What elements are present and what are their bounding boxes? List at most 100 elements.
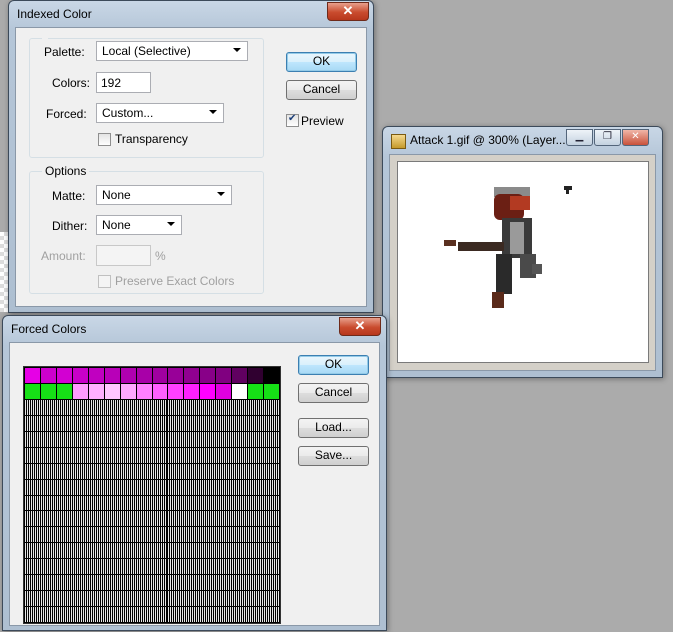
empty-swatch[interactable] — [88, 447, 104, 463]
empty-swatch[interactable] — [25, 463, 40, 479]
empty-swatch[interactable] — [40, 447, 56, 463]
empty-swatch[interactable] — [72, 495, 88, 511]
empty-swatch[interactable] — [264, 607, 279, 622]
forced-color-swatch[interactable] — [56, 383, 72, 399]
empty-swatch[interactable] — [25, 591, 40, 607]
empty-swatch[interactable] — [152, 543, 168, 559]
empty-swatch[interactable] — [25, 479, 40, 495]
empty-swatch[interactable] — [136, 607, 152, 622]
empty-swatch[interactable] — [264, 463, 279, 479]
empty-swatch[interactable] — [88, 575, 104, 591]
empty-swatch[interactable] — [168, 431, 184, 447]
empty-swatch[interactable] — [25, 543, 40, 559]
empty-swatch[interactable] — [200, 431, 216, 447]
empty-swatch[interactable] — [216, 607, 232, 622]
empty-swatch[interactable] — [25, 527, 40, 543]
forced-color-swatch[interactable] — [56, 368, 72, 383]
empty-swatch[interactable] — [216, 575, 232, 591]
cancel-button[interactable]: Cancel — [298, 383, 369, 403]
empty-swatch[interactable] — [88, 527, 104, 543]
empty-swatch[interactable] — [72, 607, 88, 622]
forced-color-swatch[interactable] — [40, 368, 56, 383]
empty-swatch[interactable] — [232, 479, 248, 495]
empty-swatch[interactable] — [200, 575, 216, 591]
empty-swatch[interactable] — [168, 559, 184, 575]
empty-swatch[interactable] — [264, 415, 279, 431]
empty-swatch[interactable] — [104, 527, 120, 543]
empty-swatch[interactable] — [40, 399, 56, 415]
empty-swatch[interactable] — [136, 511, 152, 527]
close-icon[interactable]: ✕ — [327, 2, 369, 21]
empty-swatch[interactable] — [120, 447, 136, 463]
empty-swatch[interactable] — [120, 575, 136, 591]
empty-swatch[interactable] — [168, 399, 184, 415]
empty-swatch[interactable] — [168, 527, 184, 543]
empty-swatch[interactable] — [56, 415, 72, 431]
empty-swatch[interactable] — [40, 543, 56, 559]
empty-swatch[interactable] — [152, 399, 168, 415]
empty-swatch[interactable] — [25, 399, 40, 415]
preview-checkbox[interactable] — [286, 113, 299, 127]
forced-color-swatch[interactable] — [248, 383, 264, 399]
empty-swatch[interactable] — [136, 431, 152, 447]
empty-swatch[interactable] — [120, 543, 136, 559]
empty-swatch[interactable] — [136, 463, 152, 479]
empty-swatch[interactable] — [216, 415, 232, 431]
empty-swatch[interactable] — [184, 575, 200, 591]
empty-swatch[interactable] — [184, 511, 200, 527]
empty-swatch[interactable] — [232, 511, 248, 527]
colors-input[interactable] — [96, 72, 151, 93]
empty-swatch[interactable] — [72, 415, 88, 431]
empty-swatch[interactable] — [152, 575, 168, 591]
empty-swatch[interactable] — [72, 447, 88, 463]
empty-swatch[interactable] — [136, 575, 152, 591]
forced-color-swatch[interactable] — [200, 383, 216, 399]
empty-swatch[interactable] — [232, 543, 248, 559]
dither-select[interactable]: None — [96, 215, 182, 235]
empty-swatch[interactable] — [184, 559, 200, 575]
empty-swatch[interactable] — [136, 543, 152, 559]
close-icon[interactable]: ✕ — [339, 317, 381, 336]
empty-swatch[interactable] — [264, 495, 279, 511]
forced-color-swatch[interactable] — [104, 368, 120, 383]
empty-swatch[interactable] — [184, 495, 200, 511]
empty-swatch[interactable] — [104, 399, 120, 415]
empty-swatch[interactable] — [56, 607, 72, 622]
empty-swatch[interactable] — [184, 415, 200, 431]
empty-swatch[interactable] — [248, 495, 264, 511]
empty-swatch[interactable] — [72, 511, 88, 527]
color-swatch-grid[interactable] — [23, 366, 281, 624]
forced-select[interactable]: Custom... — [96, 103, 224, 123]
empty-swatch[interactable] — [152, 463, 168, 479]
empty-swatch[interactable] — [200, 527, 216, 543]
empty-swatch[interactable] — [168, 495, 184, 511]
empty-swatch[interactable] — [25, 495, 40, 511]
forced-color-swatch[interactable] — [40, 383, 56, 399]
empty-swatch[interactable] — [264, 431, 279, 447]
forced-color-swatch[interactable] — [264, 368, 279, 383]
empty-swatch[interactable] — [168, 591, 184, 607]
empty-swatch[interactable] — [40, 559, 56, 575]
empty-swatch[interactable] — [216, 447, 232, 463]
empty-swatch[interactable] — [88, 415, 104, 431]
image-canvas[interactable] — [397, 161, 649, 363]
forced-color-swatch[interactable] — [72, 368, 88, 383]
empty-swatch[interactable] — [232, 559, 248, 575]
empty-swatch[interactable] — [120, 591, 136, 607]
forced-color-swatch[interactable] — [232, 383, 248, 399]
empty-swatch[interactable] — [120, 463, 136, 479]
empty-swatch[interactable] — [88, 479, 104, 495]
empty-swatch[interactable] — [40, 575, 56, 591]
empty-swatch[interactable] — [56, 511, 72, 527]
forced-color-swatch[interactable] — [136, 383, 152, 399]
empty-swatch[interactable] — [104, 511, 120, 527]
empty-swatch[interactable] — [248, 511, 264, 527]
empty-swatch[interactable] — [40, 495, 56, 511]
empty-swatch[interactable] — [168, 479, 184, 495]
close-icon[interactable]: ✕ — [622, 129, 649, 146]
empty-swatch[interactable] — [25, 575, 40, 591]
empty-swatch[interactable] — [200, 463, 216, 479]
matte-select[interactable]: None — [96, 185, 232, 205]
empty-swatch[interactable] — [104, 431, 120, 447]
empty-swatch[interactable] — [264, 479, 279, 495]
